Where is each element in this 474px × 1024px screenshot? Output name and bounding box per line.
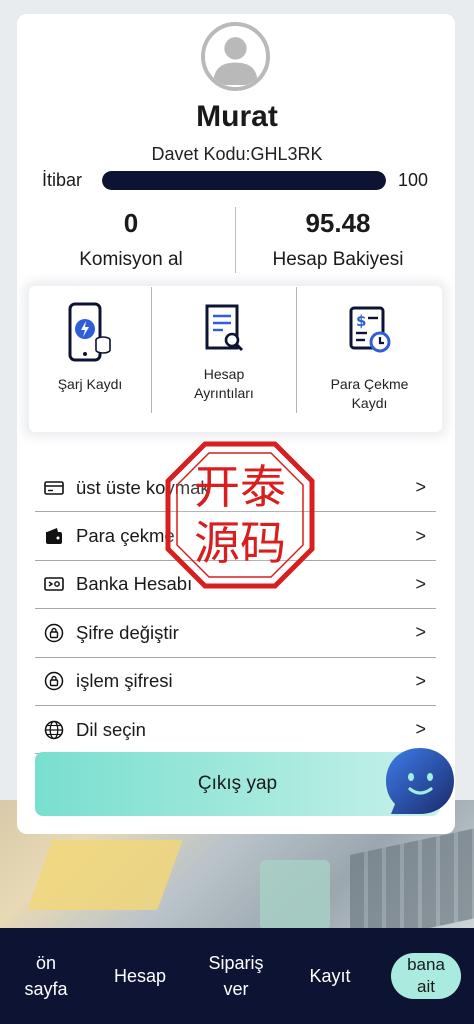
watermark-seal: 开泰 源码	[165, 441, 315, 589]
lock-icon	[43, 670, 65, 692]
invite-code: Davet Kodu:GHL3RK	[151, 144, 323, 164]
card-icon	[43, 477, 65, 499]
chevron-right-icon: >	[415, 525, 426, 546]
menu-item-label: işlem şifresi	[76, 670, 173, 692]
globe-icon	[43, 719, 65, 741]
quick-action-label-line1: Hesap	[203, 366, 245, 382]
background-shopping-bag	[260, 860, 330, 930]
commission-label: Komisyon al	[79, 249, 183, 270]
reputation-value: 100	[398, 170, 429, 190]
commission-value: 0	[123, 208, 139, 238]
quick-action-label-line1: Para Çekme	[330, 376, 409, 392]
nav-mine[interactable]: bana ait	[388, 928, 464, 1024]
bottom-navigation: ön sayfa Hesap Sipariş ver Kayıt bana ai…	[0, 928, 474, 1024]
menu-item-label: Dil seçin	[76, 718, 146, 740]
menu-item-label: Para çekme	[76, 525, 175, 547]
menu-item-transaction-password[interactable]: işlem şifresi >	[35, 658, 436, 706]
wallet-icon	[43, 525, 65, 547]
menu-item-label: Şifre değiştir	[76, 621, 179, 643]
background-keyboard	[350, 825, 474, 930]
nav-record-label: Kayıt	[309, 966, 351, 986]
support-chat-icon[interactable]	[383, 744, 457, 818]
nav-order[interactable]: Sipariş ver	[197, 928, 275, 1024]
nav-account-label: Hesap	[113, 966, 167, 986]
nav-mine-line1: bana	[407, 955, 445, 974]
document-search-icon	[205, 304, 244, 352]
nav-mine-active-pill: bana ait	[391, 953, 461, 999]
nav-mine-line2: ait	[417, 977, 435, 996]
avatar[interactable]	[201, 22, 270, 91]
phone-charge-icon	[68, 302, 111, 362]
chevron-right-icon: >	[415, 477, 426, 498]
bank-card-icon	[43, 573, 65, 595]
quick-action-recharge-record[interactable]: Şarj Kaydı	[29, 286, 151, 432]
chevron-right-icon: >	[415, 670, 426, 691]
nav-order-line2: ver	[223, 979, 249, 999]
background-box	[27, 840, 183, 910]
quick-action-label-line2: Kaydı	[351, 395, 388, 411]
logout-button[interactable]: Çıkış yap	[35, 752, 440, 816]
nav-order-line1: Sipariş	[208, 953, 264, 973]
quick-action-account-details[interactable]: Hesap Ayrıntıları	[152, 286, 296, 432]
nav-account[interactable]: Hesap	[104, 928, 176, 1024]
menu-item-change-password[interactable]: Şifre değiştir >	[35, 609, 436, 658]
nav-record[interactable]: Kayıt	[297, 928, 363, 1024]
chevron-right-icon: >	[415, 622, 426, 643]
chevron-right-icon: >	[415, 719, 426, 740]
nav-home-line2: sayfa	[24, 979, 68, 999]
username: Murat	[196, 100, 278, 133]
user-silhouette-icon	[213, 37, 258, 85]
quick-action-label-line2: Ayrıntıları	[194, 385, 254, 401]
reputation-bar	[102, 171, 386, 190]
nav-home-line1: ön	[35, 953, 57, 973]
reputation-label: İtibar	[42, 170, 83, 190]
dollar-clock-icon: $	[349, 306, 390, 353]
menu-item-language[interactable]: Dil seçin >	[35, 706, 436, 755]
quick-actions-panel: Şarj Kaydı Hesap Ayrıntıları $ Para Çekm…	[29, 286, 442, 432]
lock-icon	[43, 622, 65, 644]
quick-action-label: Şarj Kaydı	[57, 376, 123, 392]
quick-action-withdrawal-record[interactable]: $ Para Çekme Kaydı	[297, 286, 442, 432]
seal-text-line2: 源码	[194, 516, 286, 570]
seal-text-line1: 开泰	[194, 460, 286, 514]
balance-value: 95.48	[305, 208, 371, 238]
chevron-right-icon: >	[415, 573, 426, 594]
reputation-bar-fill	[102, 171, 386, 190]
balance-label: Hesap Bakiyesi	[272, 249, 404, 270]
nav-home[interactable]: ön sayfa	[12, 928, 80, 1024]
svg-text:$: $	[356, 312, 366, 330]
